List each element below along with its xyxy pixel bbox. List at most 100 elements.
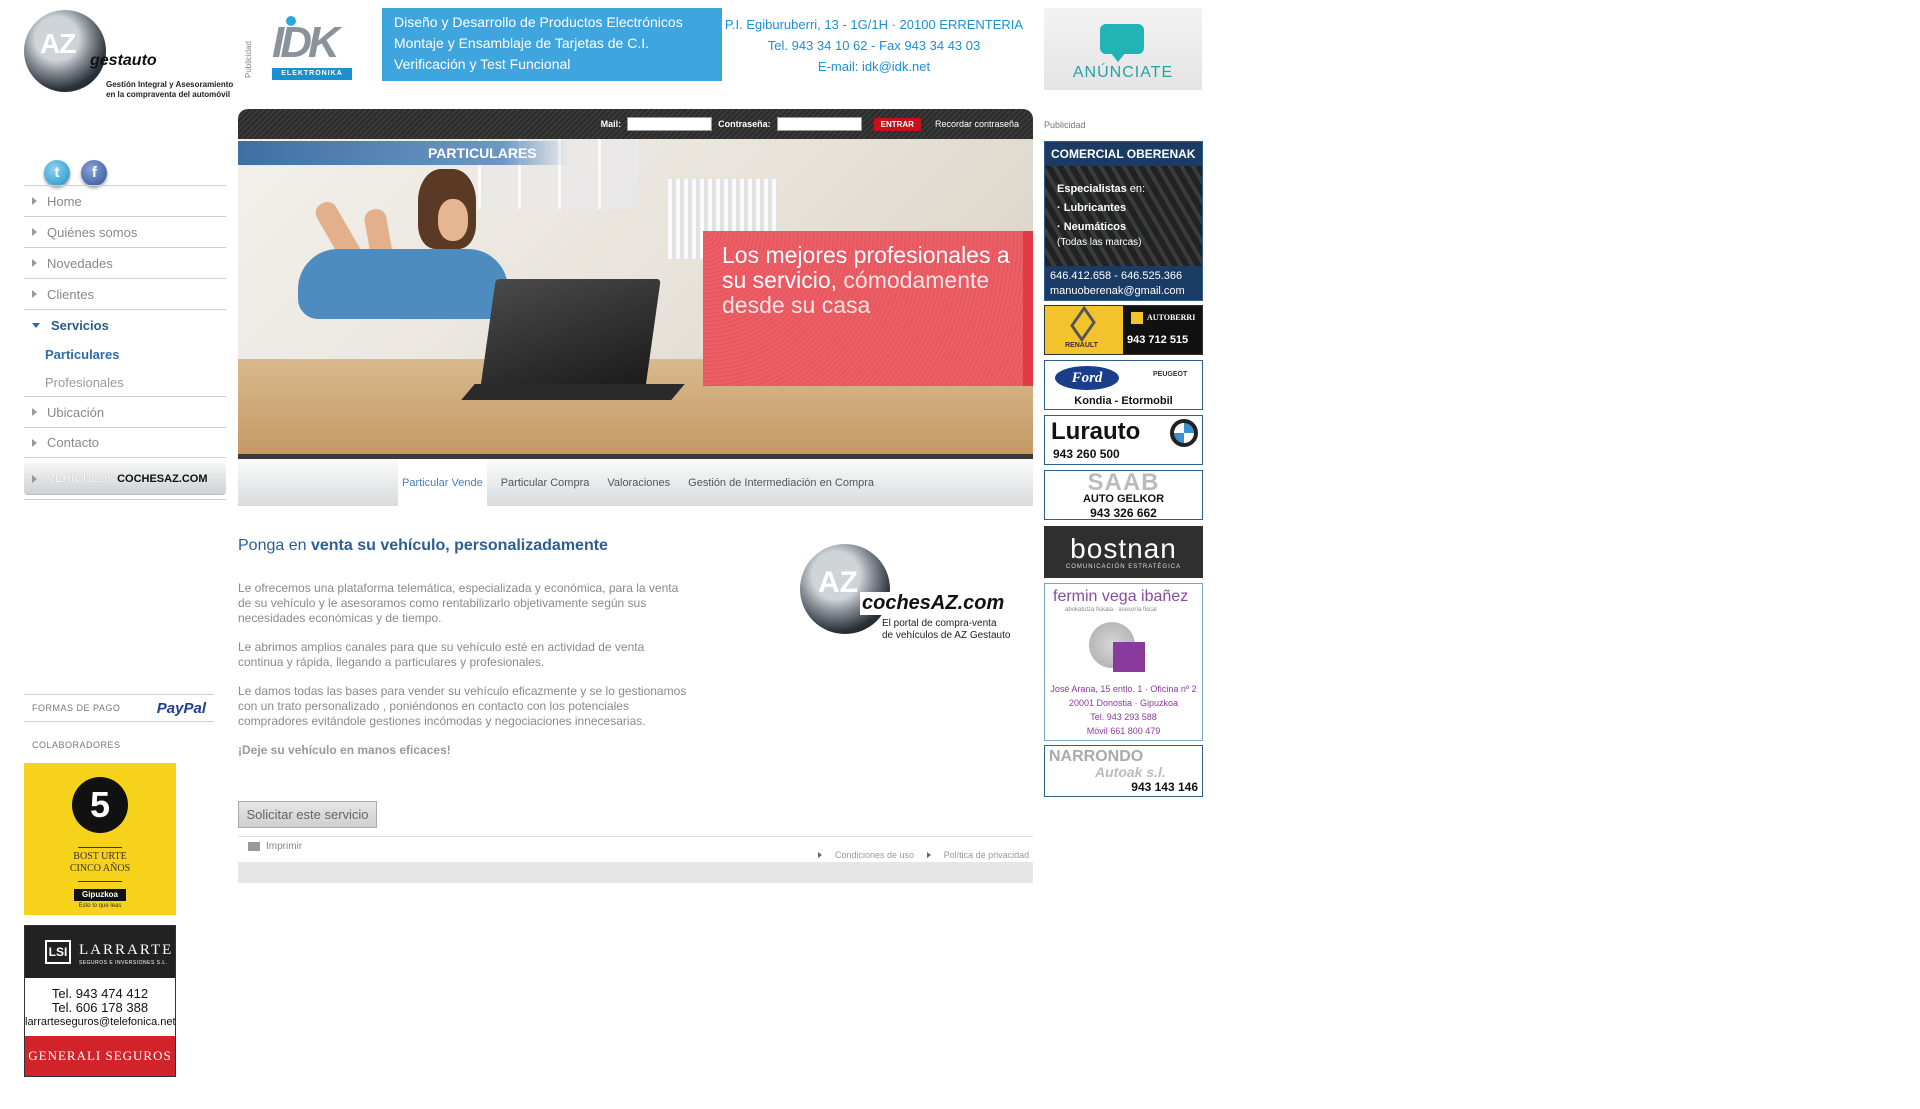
ad-bostnan[interactable]: bostnan COMUNICACIÓN ESTRATÉGICA [1044, 526, 1203, 578]
sidebar-subitem-particulares[interactable]: Particulares [24, 340, 226, 368]
chevron-right-icon [32, 408, 37, 416]
printer-icon [248, 841, 260, 851]
laptop-graphic [480, 279, 661, 389]
ad-narrondo[interactable]: NARRONDO Autoak s.l. 943 143 146 [1044, 745, 1203, 797]
page-title: Ponga en venta su vehículo, personalizad… [238, 537, 608, 555]
sidebar-item-clientes[interactable]: Clientes [24, 278, 226, 309]
fermin-movil: Móvil 661 800 479 [1086, 726, 1161, 736]
fermin-sub: abokatutza fiskala · asesoría fiscal [1065, 607, 1157, 613]
service-subnav: Particular Vende Particular Compra Valor… [238, 454, 1033, 506]
az-gestauto-logo[interactable]: AZ gestauto Gestión Integral y Asesorami… [20, 6, 240, 112]
solicitar-servicio-button[interactable]: Solicitar este servicio [238, 801, 377, 828]
generali-logo: GENERALI SEGUROS [25, 1036, 175, 1076]
peugeot-logo: PEUGEOT [1153, 371, 1188, 378]
password-input[interactable] [776, 117, 862, 131]
sidebar-subitem-profesionales[interactable]: Profesionales [24, 368, 226, 396]
publicidad-vertical-label: Publicidad [244, 41, 253, 78]
photo-face [438, 199, 468, 241]
speech-bubble-icon [1100, 24, 1144, 62]
autoberri-icon [1131, 312, 1143, 324]
imprimir-label: Imprimir [266, 841, 303, 852]
oberenak-phones: 646.412.658 - 646.525.366 [1050, 270, 1183, 282]
ford-logo: Ford [1055, 366, 1119, 390]
gipuzkoa-slogan: Esto lo que leas [78, 903, 122, 909]
cochesaz-logo[interactable]: AZ cochesAZ.com El portal de compra-vent… [790, 544, 1030, 644]
footer-bar [238, 862, 1033, 883]
entrar-button[interactable]: ENTRAR [873, 117, 921, 131]
privacidad-link[interactable]: Política de privacidad [926, 850, 1030, 860]
imprimir-link[interactable]: Imprimir [248, 841, 302, 852]
sidebar-item-novedades[interactable]: Novedades [24, 247, 226, 278]
ad-saab-gelkor[interactable]: SAAB AUTO GELKOR 943 326 662 [1044, 470, 1203, 520]
cochesaz-az: AZ [818, 566, 858, 599]
paypal-logo[interactable]: PayPal [157, 700, 206, 717]
ad-lurauto[interactable]: Lurauto 943 260 500 [1044, 415, 1203, 465]
renault-label: RENAULT [1065, 342, 1098, 349]
condiciones-link[interactable]: Condiciones de uso [818, 850, 914, 860]
idk-banner-contact[interactable]: P.I. Egiburuberri, 13 - 1G/1H · 20100 ER… [724, 14, 1024, 77]
gelkor-tel: 943 326 662 [1090, 506, 1157, 520]
ad-oberenak[interactable]: COMERCIAL OBERENAK Especialistas en: · L… [1044, 141, 1203, 301]
facebook-icon[interactable]: f [81, 160, 108, 186]
lurauto-name: Lurauto [1051, 418, 1141, 445]
bmw-logo-icon [1170, 419, 1198, 447]
gelkor-name: AUTO GELKOR [1082, 493, 1165, 505]
tab-particular-compra[interactable]: Particular Compra [497, 459, 594, 506]
idk-line-2: Montaje y Ensamblaje de Tarjetas de C.I. [394, 35, 649, 51]
oberenak-header: COMERCIAL OBERENAK [1045, 142, 1202, 166]
sidebar-item-ubicacion[interactable]: Ubicación [24, 396, 226, 427]
cochesaz-prefix: VEHÍCULOS [47, 472, 116, 485]
divider [24, 499, 226, 500]
idk-banner-services[interactable]: Diseño y Desarrollo de Productos Electró… [382, 8, 722, 81]
fermin-name: fermin vega ibañez [1053, 588, 1189, 605]
chevron-right-icon [818, 852, 822, 858]
sidebar-item-servicios[interactable]: Servicios [24, 309, 226, 340]
chevron-right-icon [32, 290, 37, 298]
twitter-icon[interactable]: t [44, 160, 70, 186]
sidebar-item-label: Servicios [51, 317, 109, 333]
collab-larrarte-ad[interactable]: LSI LARRARTE SEGUROS E INVERSIONES S.L. … [24, 925, 176, 1077]
ad-renault-autoberri[interactable]: RENAULT AUTOBERRI 943 712 515 [1044, 305, 1203, 355]
formas-de-pago: FORMAS DE PAGO PayPal [24, 694, 214, 722]
oberenak-line-2: · Lubricantes [1057, 202, 1127, 214]
ad-fermin-vega[interactable]: fermin vega ibañez abokatutza fiskala · … [1044, 583, 1203, 741]
cochesaz-button[interactable]: VEHÍCULOS COCHESAZ.COM [24, 463, 226, 495]
chevron-right-icon [32, 228, 37, 236]
oberenak-footer: 646.412.658 - 646.525.366 manuoberenak@g… [1045, 266, 1202, 300]
logo-tagline-1: Gestión Integral y Asesoramiento [106, 80, 234, 89]
chevron-right-icon [32, 197, 37, 205]
sidebar-item-label: Quiénes somos [47, 224, 138, 240]
idk-logo[interactable]: IDK ELEKTRONIKA [264, 8, 354, 80]
ad-kondia-etormobil[interactable]: Ford PEUGEOT Kondia - Etormobil [1044, 360, 1203, 410]
sidebar-item-home[interactable]: Home [24, 185, 226, 216]
collab-gipuzkoa-ad[interactable]: 5 BOST URTE CINCO AÑOS Gipuzkoa Esto lo … [24, 763, 176, 915]
login-bar: Mail: Contraseña: ENTRAR Recordar contra… [238, 109, 1033, 139]
larrarte-tel-1: Tel. 943 474 412 [51, 986, 149, 1001]
narrondo-tel: 943 143 146 [1131, 780, 1198, 794]
privacidad-label: Política de privacidad [943, 850, 1030, 860]
anunciate-banner[interactable]: ANÚNCIATE [1044, 8, 1202, 90]
tab-valoraciones[interactable]: Valoraciones [603, 459, 674, 506]
sidebar-item-label: Ubicación [47, 404, 105, 420]
idk-line-3: Verificación y Test Funcional [394, 56, 571, 72]
sidebar-item-contacto[interactable]: Contacto [24, 427, 226, 458]
idk-logo-sub: ELEKTRONIKA [272, 68, 352, 80]
hero-headline: Los mejores profesionales a su servicio,… [722, 243, 1012, 318]
larrarte-mark: LSI [45, 940, 71, 964]
chevron-down-icon [32, 322, 40, 328]
cochesaz-line-2: de vehículos de AZ Gestauto [882, 630, 1011, 641]
tab-particular-vende[interactable]: Particular Vende [398, 459, 487, 506]
larrarte-sub: SEGUROS E INVERSIONES S.L. [79, 960, 168, 966]
recordar-contrasena-link[interactable]: Recordar contraseña [935, 119, 1019, 129]
mail-input[interactable] [627, 117, 713, 131]
tab-gestion-intermediacion[interactable]: Gestión de Intermediación en Compra [684, 459, 878, 506]
fermin-addr-2: 20001 Donostia · Gipuzkoa [1068, 698, 1179, 708]
oberenak-line-1-en: en: [1126, 183, 1146, 195]
gipuzkoa-brand: Gipuzkoa [74, 889, 126, 901]
oberenak-line-3: · Neumáticos [1057, 221, 1127, 233]
condiciones-label: Condiciones de uso [835, 850, 915, 860]
sidebar-item-quienes-somos[interactable]: Quiénes somos [24, 216, 226, 247]
narrondo-sub: Autoak s.l. [1095, 764, 1166, 780]
colaboradores-label: COLABORADORES [32, 740, 121, 750]
sidebar-item-label: Novedades [47, 255, 113, 271]
